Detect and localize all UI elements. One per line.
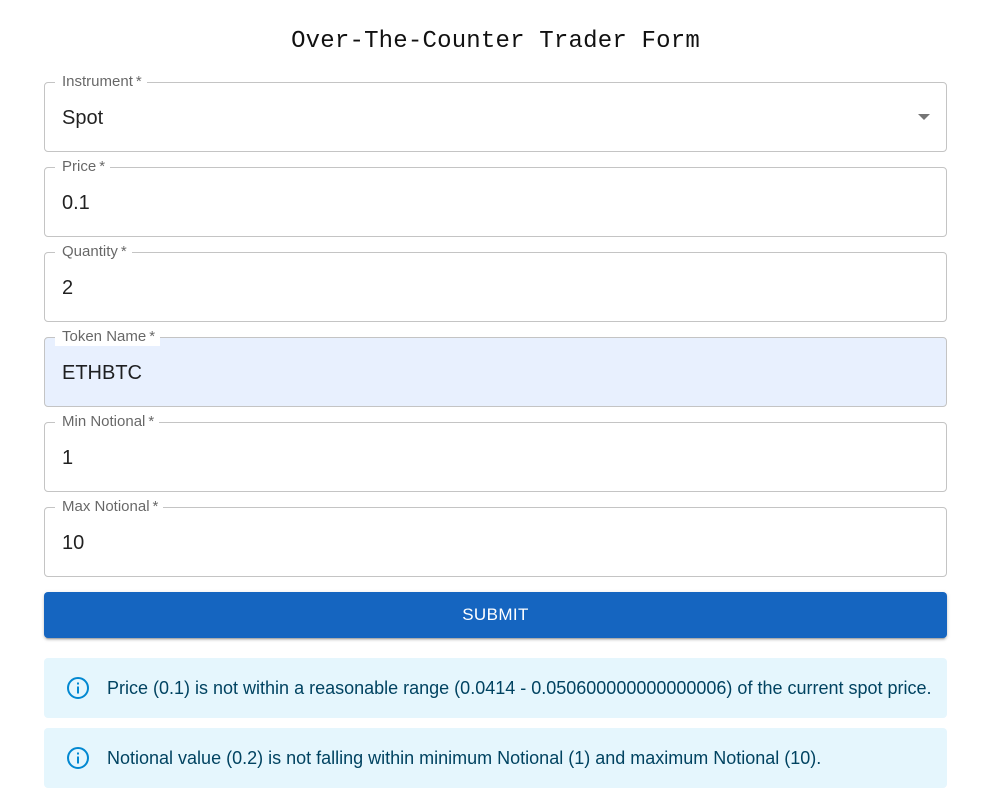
page-title: Over-The-Counter Trader Form: [291, 28, 700, 55]
max-notional-label: Max Notional *: [55, 498, 164, 516]
token-name-input[interactable]: [62, 361, 902, 385]
submit-button[interactable]: Submit: [44, 592, 947, 638]
max-notional-input[interactable]: [62, 531, 902, 555]
token-name-field[interactable]: Token Name *: [44, 328, 947, 407]
trader-form-page: Over-The-Counter Trader Form Instrument *…: [0, 0, 995, 811]
info-icon: [67, 747, 89, 769]
min-notional-field[interactable]: Min Notional *: [44, 413, 947, 492]
quantity-input[interactable]: [62, 276, 902, 300]
max-notional-field[interactable]: Max Notional *: [44, 498, 947, 577]
instrument-select[interactable]: Instrument * Spot: [44, 73, 947, 152]
price-range-alert: Price (0.1) is not within a reasonable r…: [44, 658, 947, 718]
quantity-label: Quantity *: [55, 243, 132, 261]
alert-message: Price (0.1) is not within a reasonable r…: [107, 677, 932, 698]
dropdown-arrow-icon[interactable]: [918, 114, 930, 120]
min-notional-input[interactable]: [62, 446, 902, 470]
instrument-label: Instrument *: [55, 73, 147, 91]
price-field[interactable]: Price *: [44, 158, 947, 237]
notional-alert: Notional value (0.2) is not falling with…: [44, 728, 947, 788]
price-label: Price *: [55, 158, 111, 176]
price-input[interactable]: [62, 191, 902, 215]
alert-message: Notional value (0.2) is not falling with…: [107, 747, 822, 768]
instrument-value: Spot: [62, 107, 104, 129]
min-notional-label: Min Notional *: [55, 413, 160, 431]
token-name-label: Token Name *: [55, 328, 161, 346]
info-icon: [67, 677, 89, 699]
quantity-field[interactable]: Quantity *: [44, 243, 947, 322]
